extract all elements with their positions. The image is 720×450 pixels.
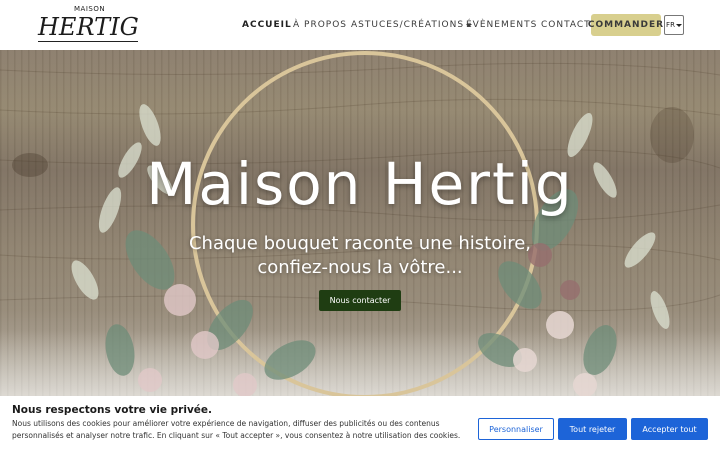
customize-button[interactable]: Personnaliser — [478, 418, 554, 440]
site-header: MAISON HERTIG ACCUEIL À PROPOS ASTUCES/C… — [0, 0, 720, 50]
nav-label-a-propos: À PROPOS — [293, 20, 348, 30]
logo-name: HERTIG — [38, 13, 139, 41]
language-label: FR — [666, 21, 675, 29]
hero-subtitle-line1: Chaque bouquet raconte une histoire, — [188, 233, 532, 254]
nav-item-evenements[interactable]: ÉVÈNEMENTS — [466, 14, 537, 36]
hero-title: Maison Hertig — [146, 150, 574, 218]
nav-label-evenements: ÉVÈNEMENTS — [466, 20, 538, 30]
language-select[interactable]: FR — [664, 15, 684, 35]
nav-item-astuces[interactable]: ASTUCES/CRÉATIONS — [351, 14, 473, 36]
cookie-text: Nous utilisons des cookies pour améliore… — [12, 419, 461, 440]
logo-small-text: MAISON — [74, 5, 106, 13]
hero-section: Maison Hertig Chaque bouquet raconte une… — [0, 50, 720, 450]
nav-label-contact: CONTACT — [541, 20, 591, 30]
chevron-down-icon — [675, 23, 682, 27]
nav-item-contact[interactable]: CONTACT — [541, 14, 591, 36]
nav-label-astuces: ASTUCES/CRÉATIONS — [351, 20, 465, 30]
hero-subtitle: Chaque bouquet raconte une histoire, con… — [0, 232, 720, 280]
reject-all-button[interactable]: Tout rejeter — [558, 418, 627, 440]
nav-item-a-propos[interactable]: À PROPOS — [293, 14, 347, 36]
order-button[interactable]: COMMANDER — [588, 14, 663, 36]
cookie-banner: Nous respectons votre vie privée. Nous u… — [0, 396, 720, 450]
accept-all-button[interactable]: Accepter tout — [631, 418, 708, 440]
logo-divider — [38, 41, 138, 42]
hero-subtitle-line2: confiez-nous la vôtre... — [257, 257, 463, 278]
nav-label-accueil: ACCUEIL — [242, 20, 292, 30]
nav-item-accueil[interactable]: ACCUEIL — [242, 14, 292, 36]
brand-logo[interactable]: MAISON HERTIG — [38, 5, 140, 45]
cookie-title: Nous respectons votre vie privée. — [12, 404, 213, 416]
contact-button[interactable]: Nous contacter — [319, 290, 401, 311]
